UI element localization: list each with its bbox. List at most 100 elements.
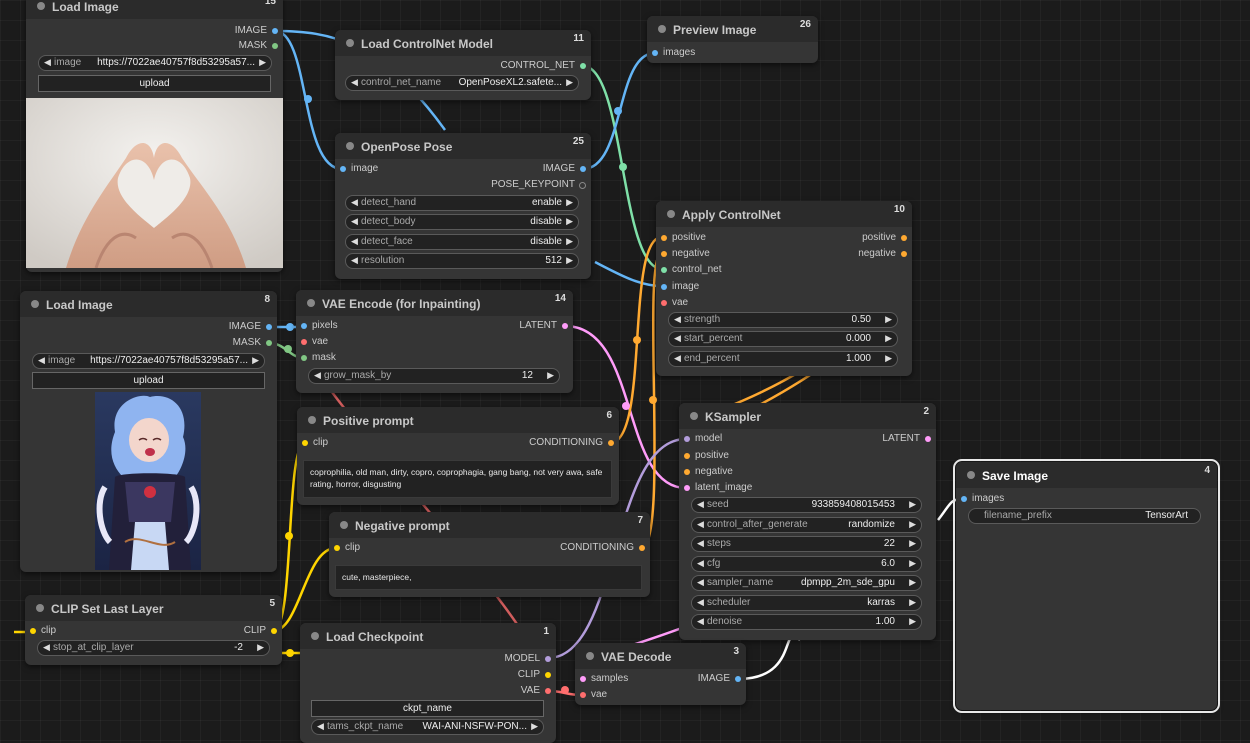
port-dot-icon[interactable]: [301, 355, 307, 361]
port-dot-icon[interactable]: [266, 340, 272, 346]
arrow-left-icon[interactable]: ◀: [38, 355, 45, 366]
collapse-dot-icon[interactable]: [37, 2, 45, 10]
collapse-dot-icon[interactable]: [667, 210, 675, 218]
collapse-dot-icon[interactable]: [658, 25, 666, 33]
node-title-bar[interactable]: Preview Image 26: [647, 16, 818, 42]
port-dot-icon[interactable]: [301, 339, 307, 345]
node-clip-set-last-layer-5[interactable]: CLIP Set Last Layer 5 clip CLIP ◀ stop_a…: [25, 595, 282, 665]
input-mask[interactable]: mask: [300, 351, 336, 365]
node-title-bar[interactable]: Load Checkpoint 1: [300, 623, 556, 649]
port-dot-icon[interactable]: [684, 469, 690, 475]
stop-at-clip-layer-number[interactable]: ◀ stop_at_clip_layer -2 ▶: [37, 640, 270, 656]
node-title-bar[interactable]: Save Image 4: [956, 462, 1217, 488]
port-dot-icon[interactable]: [652, 50, 658, 56]
arrow-right-icon[interactable]: ▶: [909, 538, 916, 549]
arrow-left-icon[interactable]: ◀: [351, 77, 358, 88]
arrow-left-icon[interactable]: ◀: [697, 519, 704, 530]
port-dot-icon[interactable]: [30, 628, 36, 634]
arrow-right-icon[interactable]: ▶: [909, 558, 916, 569]
arrow-left-icon[interactable]: ◀: [351, 197, 358, 208]
ckpt-name-button[interactable]: ckpt_name: [311, 700, 544, 717]
arrow-right-icon[interactable]: ▶: [909, 499, 916, 510]
node-vae-decode-3[interactable]: VAE Decode 3 samples vae IMAGE: [575, 643, 746, 705]
control-net-name-combo[interactable]: ◀ control_net_name OpenPoseXL2.safete...…: [345, 75, 579, 91]
output-image[interactable]: IMAGE: [235, 24, 279, 38]
input-clip[interactable]: clip: [301, 436, 328, 450]
port-dot-icon[interactable]: [684, 485, 690, 491]
output-pose-keypoint[interactable]: POSE_KEYPOINT: [491, 178, 587, 192]
arrow-right-icon[interactable]: ▶: [909, 577, 916, 588]
node-load-checkpoint-1[interactable]: Load Checkpoint 1 MODEL CLIP VAE ckpt_na…: [300, 623, 556, 743]
node-preview-image-26[interactable]: Preview Image 26 images: [647, 16, 818, 63]
arrow-right-icon[interactable]: ▶: [909, 616, 916, 627]
input-latent-image[interactable]: latent_image: [683, 481, 752, 495]
seed-number[interactable]: ◀ seed 933859408015453 ▶: [691, 497, 922, 513]
output-conditioning[interactable]: CONDITIONING: [529, 436, 615, 450]
strength-number[interactable]: ◀ strength 0.50 ▶: [668, 312, 898, 328]
node-title-bar[interactable]: Apply ControlNet 10: [656, 201, 912, 227]
output-mask[interactable]: MASK: [239, 39, 279, 53]
node-negative-prompt-7[interactable]: Negative prompt 7 clip CONDITIONING cute…: [329, 512, 650, 597]
node-openpose-pose-25[interactable]: OpenPose Pose 25 image IMAGE POSE_KEYPOI…: [335, 133, 591, 279]
node-title-bar[interactable]: Load Image 8: [20, 291, 277, 317]
arrow-right-icon[interactable]: ▶: [885, 314, 892, 325]
arrow-right-icon[interactable]: ▶: [566, 255, 573, 266]
input-image[interactable]: image: [339, 162, 378, 176]
node-apply-controlnet-10[interactable]: Apply ControlNet 10 positive negative co…: [656, 201, 912, 376]
collapse-dot-icon[interactable]: [311, 632, 319, 640]
port-dot-icon[interactable]: [580, 63, 586, 69]
node-title-bar[interactable]: VAE Encode (for Inpainting) 14: [296, 290, 573, 316]
input-control-net[interactable]: control_net: [660, 263, 721, 277]
port-dot-icon[interactable]: [266, 324, 272, 330]
port-dot-icon[interactable]: [545, 672, 551, 678]
arrow-left-icon[interactable]: ◀: [697, 558, 704, 569]
port-dot-icon[interactable]: [925, 436, 931, 442]
input-image[interactable]: image: [660, 280, 699, 294]
port-dot-icon[interactable]: [580, 676, 586, 682]
arrow-right-icon[interactable]: ▶: [257, 642, 264, 653]
node-title-bar[interactable]: Load Image 15: [26, 0, 283, 19]
collapse-dot-icon[interactable]: [36, 604, 44, 612]
detect-face-combo[interactable]: ◀ detect_face disable ▶: [345, 234, 579, 250]
node-title-bar[interactable]: Negative prompt 7: [329, 512, 650, 538]
port-dot-icon[interactable]: [961, 496, 967, 502]
collapse-dot-icon[interactable]: [308, 416, 316, 424]
input-vae[interactable]: vae: [660, 296, 688, 310]
node-title-bar[interactable]: Load ControlNet Model 11: [335, 30, 591, 56]
port-dot-icon[interactable]: [684, 453, 690, 459]
port-dot-icon[interactable]: [545, 688, 551, 694]
output-latent[interactable]: LATENT: [519, 319, 569, 333]
scheduler-combo[interactable]: ◀ scheduler karras ▶: [691, 595, 922, 611]
port-dot-icon[interactable]: [340, 166, 346, 172]
port-dot-icon[interactable]: [901, 251, 907, 257]
arrow-right-icon[interactable]: ▶: [531, 721, 538, 732]
port-dot-icon[interactable]: [639, 545, 645, 551]
input-vae[interactable]: vae: [300, 335, 328, 349]
port-dot-icon[interactable]: [661, 300, 667, 306]
detect-hand-combo[interactable]: ◀ detect_hand enable ▶: [345, 195, 579, 211]
arrow-left-icon[interactable]: ◀: [697, 597, 704, 608]
node-title-bar[interactable]: KSampler 2: [679, 403, 936, 429]
input-vae[interactable]: vae: [579, 688, 607, 702]
arrow-right-icon[interactable]: ▶: [259, 57, 266, 68]
output-model[interactable]: MODEL: [504, 652, 552, 666]
tams-ckpt-name-combo[interactable]: ◀ tams_ckpt_name WAI-ANI-NSFW-PON... ▶: [311, 719, 544, 735]
arrow-right-icon[interactable]: ▶: [252, 355, 259, 366]
output-clip[interactable]: CLIP: [518, 668, 552, 682]
node-load-image-15[interactable]: Load Image 15 IMAGE MASK ◀ image https:/…: [26, 0, 283, 272]
input-images[interactable]: images: [960, 492, 1004, 506]
port-dot-icon[interactable]: [272, 28, 278, 34]
output-conditioning[interactable]: CONDITIONING: [560, 541, 646, 555]
input-samples[interactable]: samples: [579, 672, 628, 686]
arrow-right-icon[interactable]: ▶: [566, 216, 573, 227]
negative-prompt-text[interactable]: cute, masterpiece,: [335, 565, 642, 590]
arrow-left-icon[interactable]: ◀: [697, 499, 704, 510]
arrow-left-icon[interactable]: ◀: [351, 255, 358, 266]
sampler-name-combo[interactable]: ◀ sampler_name dpmpp_2m_sde_gpu ▶: [691, 575, 922, 591]
output-image[interactable]: IMAGE: [543, 162, 587, 176]
collapse-dot-icon[interactable]: [586, 652, 594, 660]
input-positive[interactable]: positive: [683, 449, 729, 463]
start-percent-number[interactable]: ◀ start_percent 0.000 ▶: [668, 331, 898, 347]
node-positive-prompt-6[interactable]: Positive prompt 6 clip CONDITIONING copr…: [297, 407, 619, 505]
output-image[interactable]: IMAGE: [229, 320, 273, 334]
